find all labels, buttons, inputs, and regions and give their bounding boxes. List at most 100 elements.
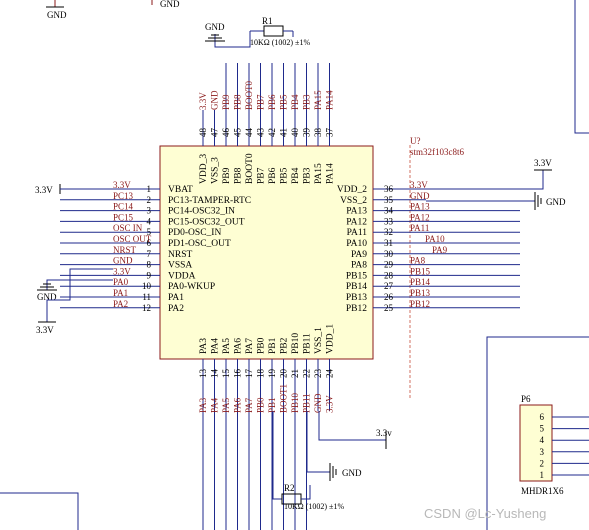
pin-num-4: 4 [147, 216, 152, 226]
pin-num-6: 6 [147, 238, 152, 248]
pin-name-20: PB2 [280, 337, 290, 354]
pin-num-3: 3 [147, 206, 152, 216]
pin-num-13: 13 [198, 369, 208, 379]
pin-name-30: PA9 [351, 250, 367, 260]
p6-ref: P6 [521, 394, 531, 404]
net-label-46: PB9 [221, 94, 231, 110]
p6-pin-num-3: 3 [540, 447, 545, 457]
resistor-r1: R1 10KΩ (1002) ±1% [214, 16, 310, 48]
pin-num-18: 18 [256, 369, 266, 379]
pin-name-14: PA4 [211, 338, 221, 354]
net-label-43: PB7 [256, 94, 266, 110]
net-label-1: 3.3V [113, 180, 131, 190]
net-label-25: PB12 [410, 299, 430, 309]
pin-num-2: 2 [147, 195, 152, 205]
pin-num-42: 42 [267, 128, 277, 137]
pin-num-27: 27 [384, 281, 394, 291]
net-label-45: PB8 [233, 94, 243, 110]
net-label-33: PA12 [410, 212, 430, 222]
net-label-7: NRST [113, 245, 137, 255]
pin-name-26: PB13 [346, 293, 367, 303]
pin-num-26: 26 [384, 292, 394, 302]
pin-num-40: 40 [290, 128, 300, 138]
schematic-drawing: GND GND U? stm32f103c8t6 3.3V 1 VBATPC13 2 P… [0, 0, 589, 530]
vcc-left-vdda-port: 3.3V [36, 268, 113, 335]
pin-name-10: PA0-WKUP [168, 282, 215, 292]
pin-name-12: PA2 [168, 304, 184, 314]
net-label-8: GND [113, 256, 133, 266]
pin-num-16: 16 [233, 369, 243, 379]
net-label-16: PA6 [233, 397, 243, 413]
pin-name-19: PB1 [268, 337, 278, 354]
pin-name-3: PC14-OSC32_IN [168, 207, 235, 217]
net-label-2: PC13 [113, 191, 134, 201]
net-label-15: PA5 [221, 397, 231, 413]
pin-num-23: 23 [313, 369, 323, 379]
net-label-24: 3.3V [325, 395, 335, 413]
gnd-right-label: GND [546, 197, 566, 207]
pin-name-35: VSS_2 [340, 196, 367, 206]
pin-name-9: VDDA [168, 271, 196, 281]
bottom-left-border-fragment [0, 492, 79, 530]
net-label-21: PB10 [290, 392, 300, 413]
r1-ref: R1 [262, 16, 273, 26]
pin-name-38: PA15 [314, 163, 324, 184]
net-label-27: PB14 [410, 277, 431, 287]
pin-num-28: 28 [384, 270, 394, 280]
pin-num-22: 22 [302, 369, 312, 378]
pin-name-18: PB0 [257, 337, 267, 354]
gnd-bottom-label: GND [342, 468, 362, 478]
net-label-18: PB0 [256, 397, 266, 413]
pin-num-34: 34 [384, 206, 394, 216]
net-label-32: PA11 [410, 223, 429, 233]
top-right-gnd-label: GND [160, 0, 180, 9]
pin-name-36: VDD_2 [337, 185, 367, 195]
right-border-fragment [574, 0, 589, 134]
pin-name-6: PD1-OSC_OUT [168, 239, 231, 249]
net-label-11: PA1 [113, 288, 128, 298]
net-label-3: PC14 [113, 202, 134, 212]
pin-num-7: 7 [147, 249, 152, 259]
pin-name-17: PA7 [245, 338, 255, 354]
net-label-26: PB13 [410, 288, 431, 298]
pin-name-24: VDD_1 [326, 324, 336, 354]
r2-ref: R2 [284, 483, 295, 493]
net-label-48: 3.3V [198, 92, 208, 110]
pin-name-37: PA14 [326, 163, 336, 184]
pin-num-46: 46 [221, 128, 231, 138]
pin-name-43: PB7 [257, 167, 267, 184]
pin-num-11: 11 [142, 292, 151, 302]
pin-name-11: PA1 [168, 293, 184, 303]
pin-num-35: 35 [384, 195, 394, 205]
pin-num-45: 45 [233, 128, 243, 138]
vcc-left-vdda-label: 3.3V [36, 325, 54, 335]
pin-num-38: 38 [313, 128, 323, 138]
net-label-29: PA8 [410, 256, 426, 266]
pin-num-8: 8 [147, 260, 152, 270]
pin-name-5: PD0-OSC_IN [168, 228, 221, 238]
p6-body [519, 404, 553, 482]
pin-name-46: PB9 [222, 167, 232, 184]
top-left-gnd-label: GND [47, 10, 67, 20]
pin-num-37: 37 [325, 128, 335, 138]
vcc-right-label: 3.3V [534, 158, 552, 168]
pin-name-28: PB15 [346, 271, 367, 281]
r2-value: 10KΩ (1002) ±1% [284, 502, 344, 511]
net-label-40: PB4 [290, 94, 300, 110]
pin-name-39: PB3 [303, 167, 313, 184]
net-label-31: PA10 [425, 234, 445, 244]
net-label-30: PA9 [432, 245, 448, 255]
net-label-36: 3.3V [410, 180, 428, 190]
schematic-canvas: GND GND U? stm32f103c8t6 3.3V 1 VBAT PC13 2 P… [0, 0, 589, 530]
pin-num-17: 17 [244, 369, 254, 379]
net-label-9: 3.3V [113, 266, 131, 276]
vcc-bottom-label: 3.3v [376, 428, 392, 438]
vcc-left-label: 3.3V [35, 185, 53, 195]
net-label-28: PB15 [410, 266, 431, 276]
net-label-34: PA13 [410, 202, 430, 212]
connector-p6: P6 MHDR1X6 6 54 32 1 [519, 394, 589, 496]
pin-name-2: PC13-TAMPER-RTC [168, 196, 251, 206]
net-label-23: GND [313, 393, 323, 413]
net-label-17: PA7 [244, 397, 254, 413]
pin-name-45: PB8 [234, 167, 244, 184]
